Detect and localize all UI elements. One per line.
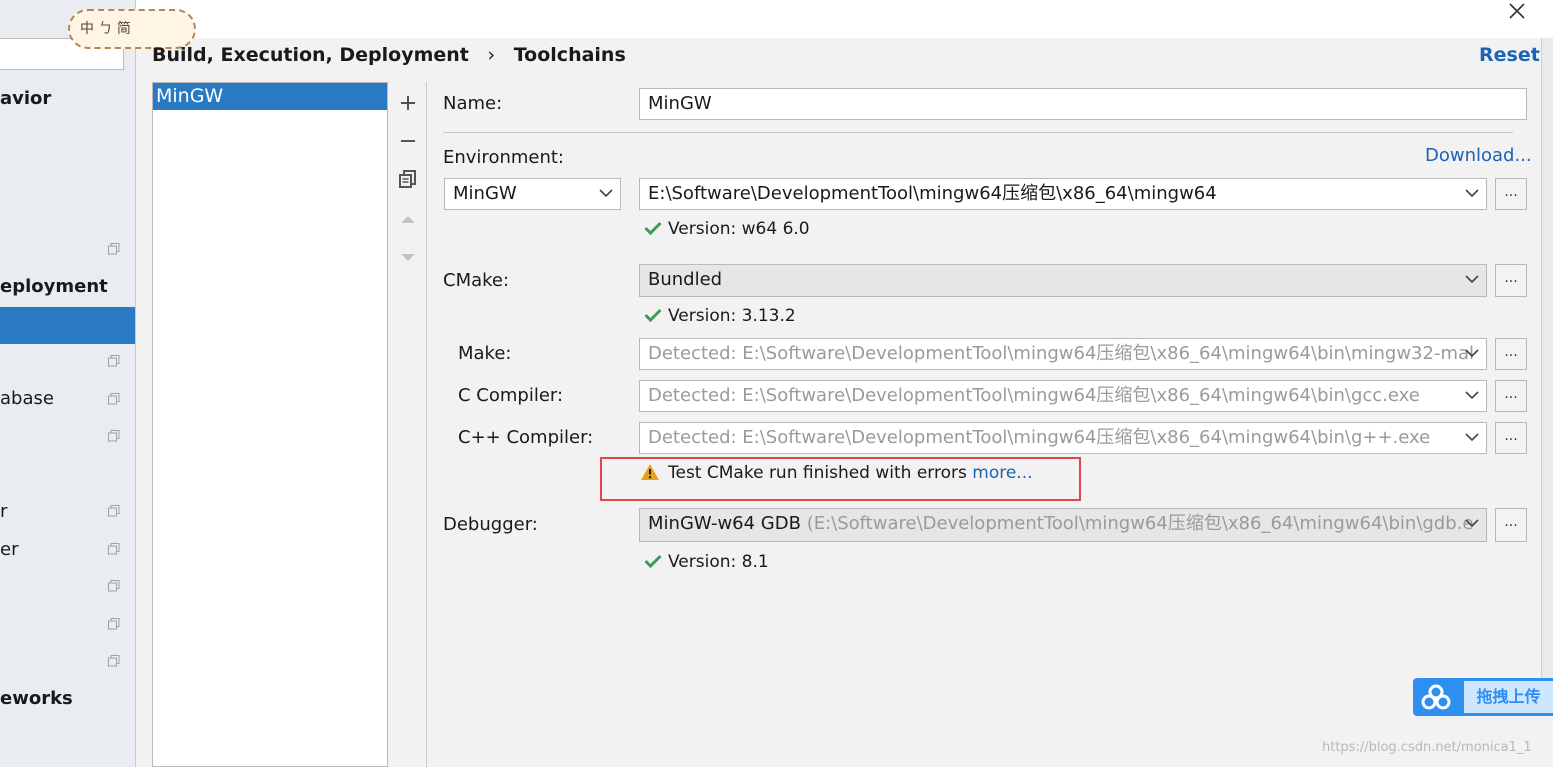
chevron-down-icon — [1465, 189, 1479, 198]
dialog-title-bar — [136, 0, 1553, 38]
move-up-icon[interactable] — [397, 208, 419, 230]
sidebar-item-er[interactable]: er — [0, 539, 18, 560]
copy-icon[interactable] — [397, 168, 419, 190]
environment-path-combo[interactable]: E:\Software\DevelopmentTool\mingw64压缩包\x… — [639, 178, 1487, 210]
project-copy-icon — [108, 393, 120, 405]
c-compiler-label: C Compiler: — [458, 385, 564, 406]
chevron-down-icon — [1465, 433, 1479, 442]
sidebar-item-r[interactable]: r — [0, 501, 7, 522]
c-compiler-path-combo[interactable]: Detected: E:\Software\DevelopmentTool\mi… — [639, 380, 1487, 412]
breadcrumb-current: Toolchains — [513, 44, 626, 66]
check-icon — [644, 221, 662, 235]
upload-label[interactable]: 拖拽上传 — [1464, 681, 1553, 713]
breadcrumb-separator: › — [487, 44, 496, 66]
chevron-down-icon — [1465, 275, 1479, 284]
debugger-path: (E:\Software\DevelopmentTool\mingw64压缩包\… — [806, 513, 1474, 534]
environment-label: Environment: — [443, 147, 564, 168]
cmake-version-text: Version: 3.13.2 — [668, 306, 796, 326]
cpp-compiler-label: C++ Compiler: — [458, 427, 594, 448]
cmake-value: Bundled — [648, 269, 723, 290]
make-path-value: Detected: E:\Software\DevelopmentTool\mi… — [648, 343, 1475, 364]
project-copy-icon — [108, 430, 120, 442]
cloud-upload-icon — [1421, 684, 1451, 710]
sidebar-item-database[interactable]: abase — [0, 388, 54, 409]
chevron-down-icon — [1465, 349, 1479, 358]
close-icon[interactable] — [1506, 0, 1528, 22]
add-icon[interactable] — [397, 92, 419, 114]
settings-sidebar — [0, 0, 136, 767]
make-browse-button[interactable]: ... — [1495, 338, 1527, 370]
section-divider — [443, 132, 1513, 133]
name-label: Name: — [443, 93, 503, 114]
debugger-version-status: Version: 8.1 — [644, 552, 769, 572]
vertical-scrollbar[interactable] — [1541, 38, 1553, 678]
download-link[interactable]: Download... — [1425, 145, 1532, 166]
chevron-down-icon — [1465, 519, 1479, 528]
cmake-label: CMake: — [443, 270, 510, 291]
sidebar-item-frameworks[interactable]: eworks — [0, 688, 73, 709]
check-icon — [644, 308, 662, 322]
breadcrumb-parent: Build, Execution, Deployment — [152, 44, 469, 66]
environment-type-value: MinGW — [453, 183, 517, 204]
make-label: Make: — [458, 343, 512, 364]
project-copy-icon — [108, 618, 120, 630]
sidebar-item-deployment[interactable]: eployment — [0, 276, 108, 297]
cmake-warning-status: Test CMake run finished with errors more… — [640, 463, 1033, 483]
sidebar-item-behavior[interactable]: avior — [0, 88, 51, 109]
project-copy-icon — [108, 243, 120, 255]
toolchain-list-toolbar — [389, 82, 427, 767]
watermark-text: https://blog.csdn.net/monica1_1 — [1322, 740, 1532, 755]
environment-version-status: Version: w64 6.0 — [644, 219, 810, 239]
breadcrumb: Build, Execution, Deployment › Toolchain… — [152, 44, 626, 66]
project-copy-icon — [108, 655, 120, 667]
environment-browse-button[interactable]: ... — [1495, 178, 1527, 210]
debugger-version-text: Version: 8.1 — [668, 552, 769, 572]
cpp-compiler-path-value: Detected: E:\Software\DevelopmentTool\mi… — [648, 427, 1431, 448]
c-compiler-browse-button[interactable]: ... — [1495, 380, 1527, 412]
name-input[interactable]: MinGW — [639, 88, 1527, 120]
project-copy-icon — [108, 543, 120, 555]
warning-more-link[interactable]: more... — [972, 463, 1032, 483]
debugger-name: MinGW-w64 GDB — [648, 513, 801, 534]
toolchain-list[interactable] — [152, 82, 388, 767]
remove-icon[interactable] — [397, 130, 419, 152]
make-path-combo[interactable]: Detected: E:\Software\DevelopmentTool\mi… — [639, 338, 1487, 370]
c-compiler-path-value: Detected: E:\Software\DevelopmentTool\mi… — [648, 385, 1420, 406]
toolchain-list-item[interactable]: MinGW — [153, 83, 387, 110]
debugger-browse-button[interactable]: ... — [1495, 508, 1527, 542]
cmake-version-status: Version: 3.13.2 — [644, 306, 796, 326]
cmake-browse-button[interactable]: ... — [1495, 264, 1527, 297]
environment-path-value: E:\Software\DevelopmentTool\mingw64压缩包\x… — [648, 183, 1217, 204]
cmake-select[interactable]: Bundled — [639, 264, 1487, 297]
chevron-down-icon — [599, 189, 613, 198]
warning-icon — [641, 464, 659, 480]
debugger-select[interactable]: MinGW-w64 GDB (E:\Software\DevelopmentTo… — [639, 508, 1487, 542]
project-copy-icon — [108, 580, 120, 592]
check-icon — [644, 554, 662, 568]
sidebar-selected-row[interactable] — [0, 307, 135, 344]
cpp-compiler-browse-button[interactable]: ... — [1495, 422, 1527, 454]
environment-version-text: Version: w64 6.0 — [668, 219, 810, 239]
ime-status-badge: 中 ㄅ 简 — [68, 9, 196, 49]
environment-type-select[interactable]: MinGW — [444, 178, 621, 210]
move-down-icon[interactable] — [397, 246, 419, 268]
chevron-down-icon — [1465, 391, 1479, 400]
project-copy-icon — [108, 355, 120, 367]
warning-text: Test CMake run finished with errors — [668, 463, 967, 483]
project-copy-icon — [108, 505, 120, 517]
cpp-compiler-path-combo[interactable]: Detected: E:\Software\DevelopmentTool\mi… — [639, 422, 1487, 454]
debugger-label: Debugger: — [443, 514, 538, 535]
reset-link[interactable]: Reset — [1479, 44, 1540, 66]
